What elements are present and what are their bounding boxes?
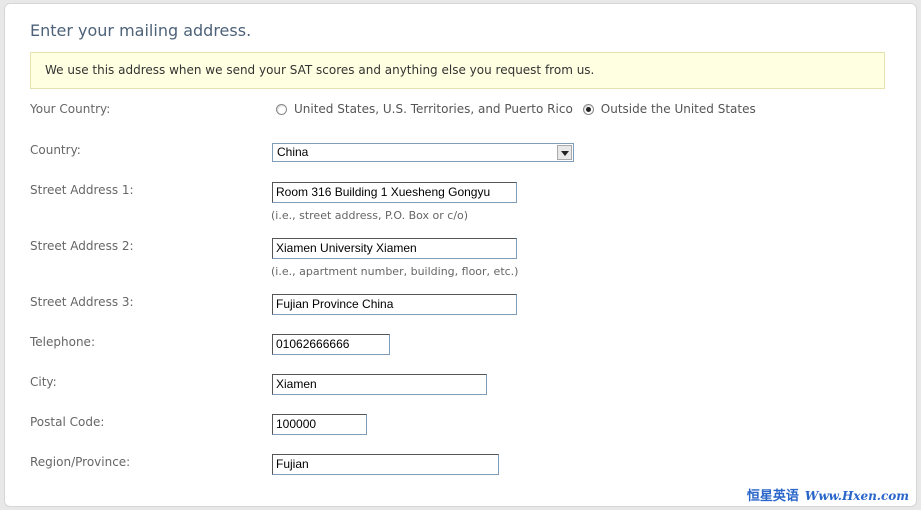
street1-input[interactable]: Room 316 Building 1 Xuesheng Gongyu xyxy=(272,182,517,203)
street2-input[interactable]: Xiamen University Xiamen xyxy=(272,238,517,259)
telephone-label: Telephone: xyxy=(30,335,95,349)
street3-label: Street Address 3: xyxy=(30,295,134,309)
street2-hint: (i.e., apartment number, building, floor… xyxy=(271,265,519,278)
region-label: Region/Province: xyxy=(30,455,131,469)
watermark-url: Www.Hxen.com xyxy=(804,489,909,503)
city-input[interactable]: Xiamen xyxy=(272,374,487,395)
watermark-brand: 恒星英语 xyxy=(746,489,799,504)
radio-us-label[interactable]: United States, U.S. Territories, and Pue… xyxy=(294,102,573,116)
city-label: City: xyxy=(30,375,57,389)
chevron-down-icon[interactable] xyxy=(557,145,572,160)
region-input[interactable]: Fujian xyxy=(272,454,499,475)
radio-us[interactable] xyxy=(276,103,287,115)
your-country-label: Your Country: xyxy=(30,102,111,116)
street1-label: Street Address 1: xyxy=(30,183,134,197)
street1-hint: (i.e., street address, P.O. Box or c/o) xyxy=(271,209,469,222)
postal-code-label: Postal Code: xyxy=(30,415,105,429)
country-label: Country: xyxy=(30,143,81,157)
street3-input[interactable]: Fujian Province China xyxy=(272,294,517,315)
country-select[interactable]: China xyxy=(272,143,574,162)
postal-code-input[interactable]: 100000 xyxy=(272,414,367,435)
country-select-value: China xyxy=(277,145,309,159)
watermark-logo: 恒星英语 Www.Hxen.com xyxy=(747,485,909,504)
radio-outside-us[interactable] xyxy=(582,103,594,115)
address-form-panel: Enter your mailing address. We use this … xyxy=(4,3,917,507)
page-title: Enter your mailing address. xyxy=(30,21,252,40)
country-radio-group: United States, U.S. Territories, and Pue… xyxy=(276,102,766,116)
radio-outside-us-label[interactable]: Outside the United States xyxy=(601,102,756,116)
info-notice: We use this address when we send your SA… xyxy=(30,52,885,89)
street2-label: Street Address 2: xyxy=(30,239,134,253)
telephone-input[interactable]: 01062666666 xyxy=(272,334,390,355)
